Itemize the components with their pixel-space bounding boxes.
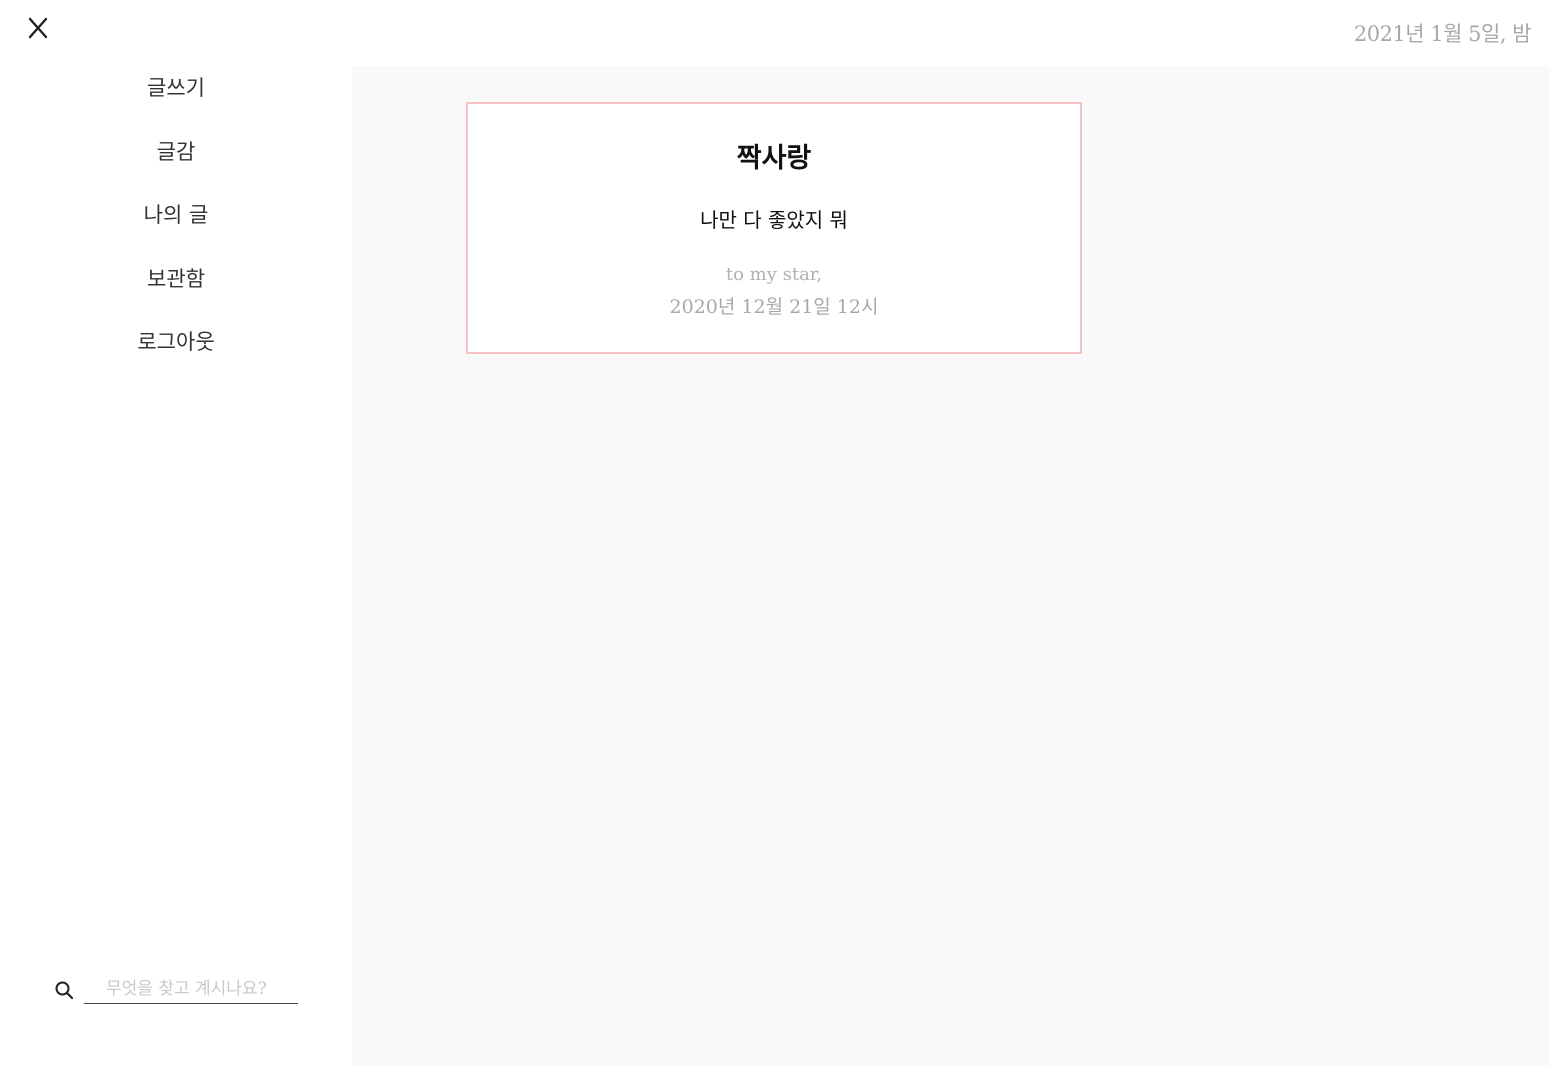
close-button[interactable] bbox=[22, 12, 54, 44]
sidebar-nav: 글쓰기 글감 나의 글 보관함 로그아웃 bbox=[0, 72, 352, 390]
search-icon[interactable] bbox=[54, 980, 74, 1000]
post-card[interactable]: 짝사랑 나만 다 좋았지 뭐 to my star, 2020년 12월 21일… bbox=[466, 102, 1082, 354]
post-date: 2020년 12월 21일 12시 bbox=[669, 296, 879, 318]
post-title: 짝사랑 bbox=[736, 143, 812, 174]
sidebar-item-write[interactable]: 글쓰기 bbox=[0, 72, 352, 136]
post-recipient: to my star, bbox=[725, 264, 823, 285]
sidebar-item-logout[interactable]: 로그아웃 bbox=[0, 326, 352, 390]
sidebar-item-archive[interactable]: 보관함 bbox=[0, 263, 352, 327]
close-icon bbox=[22, 12, 54, 44]
current-date: 2021년 1월 5일, 밤 bbox=[1353, 22, 1532, 46]
main-content: 짝사랑 나만 다 좋았지 뭐 to my star, 2020년 12월 21일… bbox=[352, 66, 1549, 1066]
search-bar bbox=[54, 974, 304, 1008]
sidebar-item-topics[interactable]: 글감 bbox=[0, 136, 352, 200]
sidebar-item-my-posts[interactable]: 나의 글 bbox=[0, 199, 352, 263]
search-input[interactable] bbox=[84, 974, 298, 1004]
post-excerpt: 나만 다 좋았지 뭐 bbox=[700, 208, 848, 232]
page: 2021년 1월 5일, 밤 글쓰기 글감 나의 글 보관함 로그아웃 짝사랑 … bbox=[0, 0, 1549, 1066]
sidebar: 글쓰기 글감 나의 글 보관함 로그아웃 bbox=[0, 66, 352, 1066]
